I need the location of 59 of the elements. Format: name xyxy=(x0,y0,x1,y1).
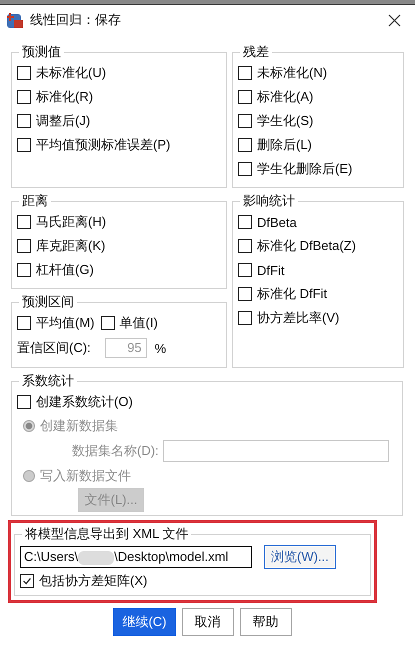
group-title: 影响统计 xyxy=(242,192,296,210)
percent-label: % xyxy=(154,340,166,356)
checkbox-label[interactable]: 学生化(S) xyxy=(257,112,314,130)
checkbox-label[interactable]: 平均值预测标准误差(P) xyxy=(36,136,170,154)
app-icon xyxy=(6,11,24,29)
checkbox[interactable] xyxy=(17,66,31,80)
checkbox[interactable] xyxy=(17,138,31,152)
checkbox[interactable] xyxy=(238,138,252,152)
checkbox-label[interactable]: 标准化(R) xyxy=(36,88,94,106)
checkbox-label[interactable]: 协方差比率(V) xyxy=(257,309,340,327)
checkbox[interactable] xyxy=(238,66,252,80)
checkbox[interactable] xyxy=(238,311,252,325)
checkbox-label[interactable]: 标准化 DfBeta(Z) xyxy=(257,237,356,255)
group-title: 预测区间 xyxy=(21,293,75,311)
close-icon[interactable] xyxy=(388,14,401,26)
checkbox-label[interactable]: 未标准化(U) xyxy=(36,64,106,82)
dialog-button[interactable]: 取消 xyxy=(182,608,234,636)
group-title: 系数统计 xyxy=(21,372,75,390)
group-title: 距离 xyxy=(21,192,49,210)
checkbox-label[interactable]: DfFit xyxy=(257,262,284,278)
checkbox-label[interactable]: 马氏距离(H) xyxy=(36,213,106,231)
checkbox-label[interactable]: 学生化删除后(E) xyxy=(257,160,352,178)
checkbox-label[interactable]: 标准化(A) xyxy=(257,88,314,106)
checkbox[interactable] xyxy=(238,239,252,253)
checkbox[interactable] xyxy=(17,114,31,128)
checkbox-label[interactable]: 单值(I) xyxy=(120,314,158,332)
group-title: 残差 xyxy=(242,43,270,61)
checkbox[interactable] xyxy=(17,316,31,330)
checkbox-label[interactable]: 删除后(L) xyxy=(257,136,312,154)
confidence-label: 置信区间(C): xyxy=(17,339,91,357)
dialog-button[interactable]: 帮助 xyxy=(240,608,292,636)
path-field[interactable]: C:\Users\ \Desktop\model.xml xyxy=(20,546,252,568)
checkbox[interactable] xyxy=(238,114,252,128)
checkbox[interactable] xyxy=(17,215,31,229)
dialog-button[interactable]: 继续(C) xyxy=(113,608,176,636)
checkbox-label[interactable]: DfBeta xyxy=(257,214,297,230)
checkbox-label[interactable]: 未标准化(N) xyxy=(257,64,328,82)
window-title: 线性回归：保存 xyxy=(30,11,122,29)
browse-button[interactable]: 浏览(W)... xyxy=(264,545,336,569)
checkbox-label[interactable]: 调整后(J) xyxy=(36,112,90,130)
group-title: 预测值 xyxy=(21,43,62,61)
checkbox[interactable] xyxy=(238,90,252,104)
checkbox-label[interactable]: 杠杆值(G) xyxy=(36,261,94,279)
checkbox[interactable] xyxy=(17,263,31,277)
checkbox[interactable] xyxy=(238,287,252,301)
checkbox[interactable] xyxy=(20,574,34,588)
dataset-name-label: 数据集名称(D): xyxy=(72,442,159,460)
checkbox[interactable] xyxy=(238,162,252,176)
checkbox[interactable] xyxy=(17,90,31,104)
checkbox[interactable] xyxy=(238,215,252,229)
checkbox-label[interactable]: 包括协方差矩阵(X) xyxy=(39,572,148,590)
checkbox[interactable] xyxy=(17,239,31,253)
checkbox[interactable] xyxy=(238,263,252,277)
checkbox-label[interactable]: 库克距离(K) xyxy=(36,237,106,255)
group-title: 将模型信息导出到 XML 文件 xyxy=(24,525,190,543)
checkbox-label[interactable]: 标准化 DfFit xyxy=(257,285,328,303)
dataset-name-field[interactable] xyxy=(162,440,389,462)
checkbox[interactable] xyxy=(100,316,114,330)
checkbox-label[interactable]: 平均值(M) xyxy=(36,314,94,332)
